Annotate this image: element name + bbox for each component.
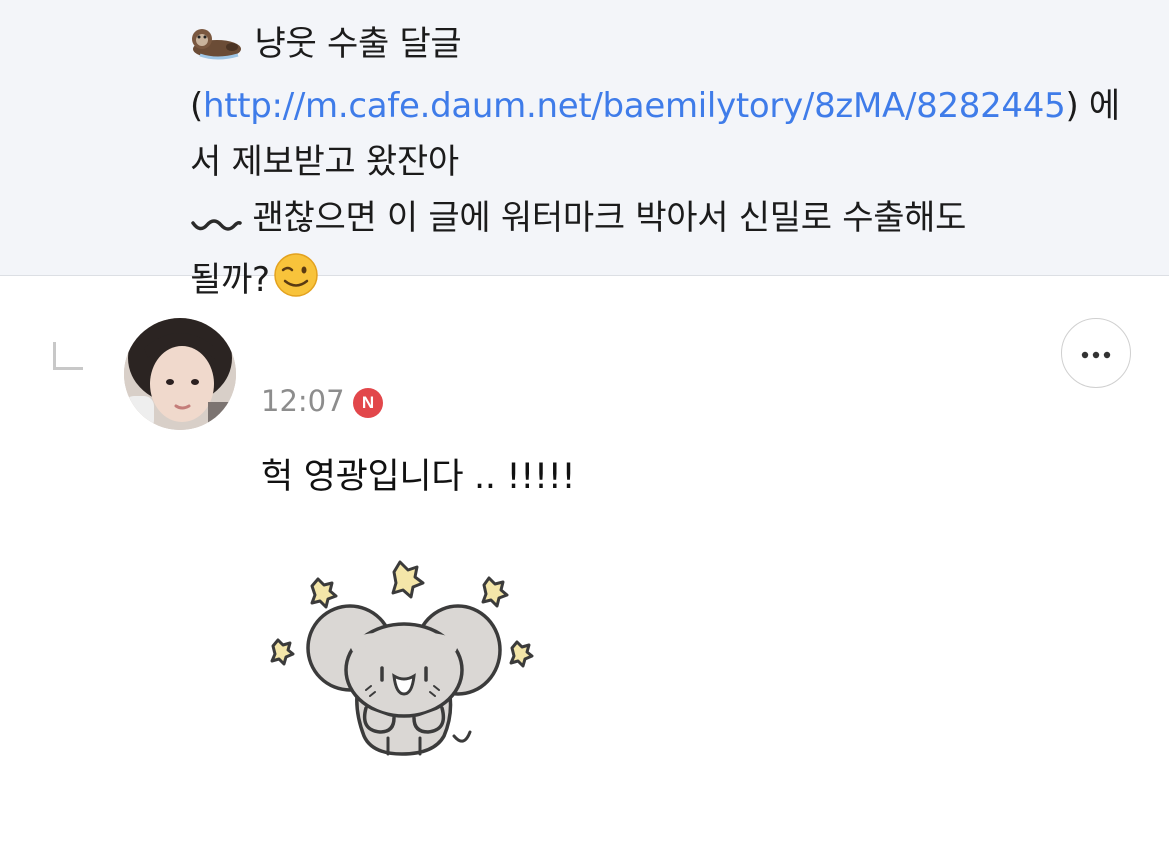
mouse-sticker xyxy=(262,550,547,765)
parent-comment: 냥웃 수출 달글(http://m.cafe.daum.net/baemilyt… xyxy=(0,0,1169,300)
reply-indicator-icon xyxy=(53,342,83,370)
comment-time: 12:07 xyxy=(261,384,345,418)
avatar[interactable] xyxy=(124,318,236,430)
parent-text-line4: 될까? xyxy=(190,260,270,300)
parent-text-line3: 괜찮으면 이 글에 워터마크 박아서 신밀로 수출해도 xyxy=(242,198,967,238)
cafe-link[interactable]: http://m.cafe.daum.net/baemilytory/8zMA/… xyxy=(203,86,1066,126)
winking-face-emoji-icon xyxy=(270,253,322,314)
reply-comment-text: 헉 영광입니다 .. !!!!! xyxy=(261,457,576,497)
more-dots-icon xyxy=(1081,344,1111,363)
wavy-dash-icon xyxy=(190,196,242,252)
more-options-button[interactable] xyxy=(1061,318,1131,388)
new-badge: N xyxy=(353,388,383,418)
parent-comment-text: 냥웃 수출 달글(http://m.cafe.daum.net/baemilyt… xyxy=(190,16,1130,314)
otter-emoji-icon xyxy=(190,22,244,78)
